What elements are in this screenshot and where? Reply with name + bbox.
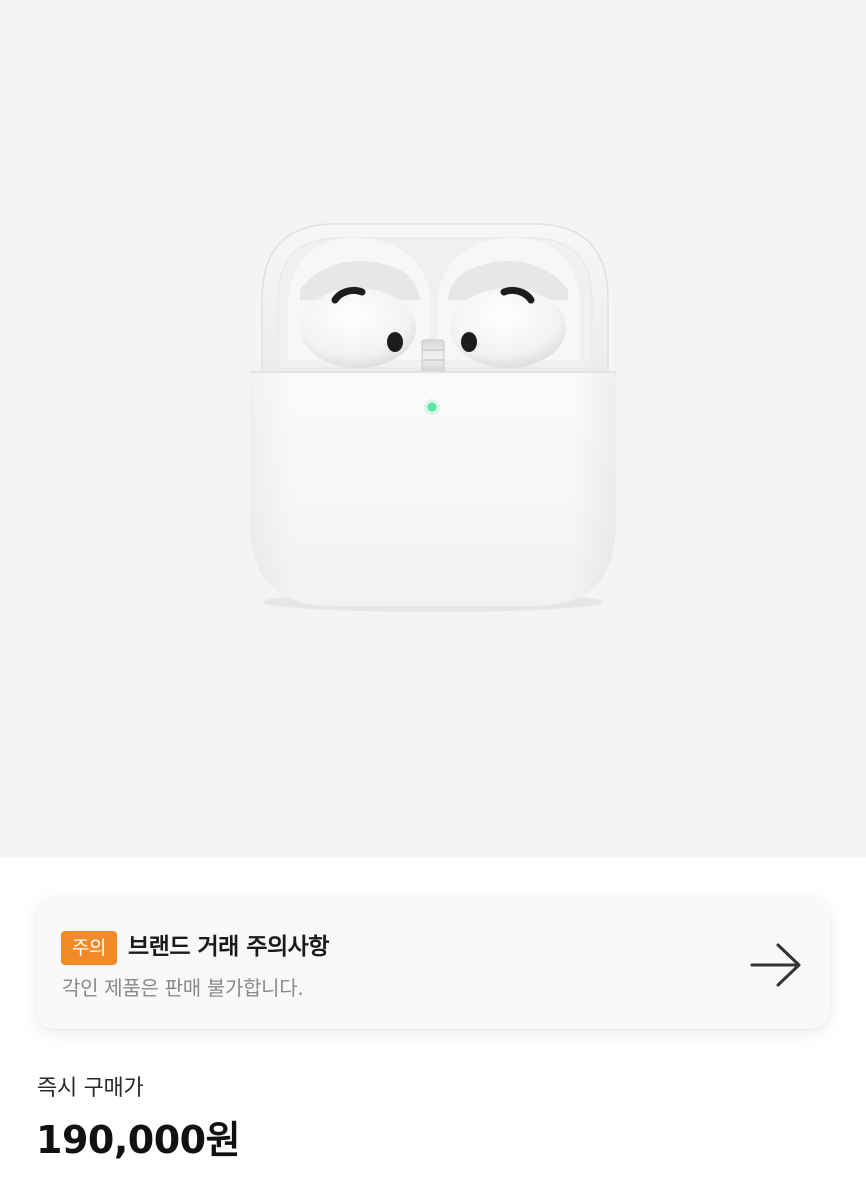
arrow-right-icon[interactable]: [748, 941, 804, 989]
airpods-case-image: [250, 223, 616, 612]
product-image-area: [0, 0, 866, 857]
instant-buy-price: 190,000원: [36, 1118, 241, 1162]
notice-subtitle: 각인 제품은 판매 불가합니다.: [62, 976, 304, 1000]
instant-buy-price-label: 즉시 구매가: [37, 1076, 144, 1101]
brand-notice-card[interactable]: 주의 브랜드 거래 주의사항 각인 제품은 판매 불가합니다.: [36, 897, 830, 1029]
notice-title: 브랜드 거래 주의사항: [128, 934, 329, 960]
warning-badge: 주의: [61, 931, 117, 965]
